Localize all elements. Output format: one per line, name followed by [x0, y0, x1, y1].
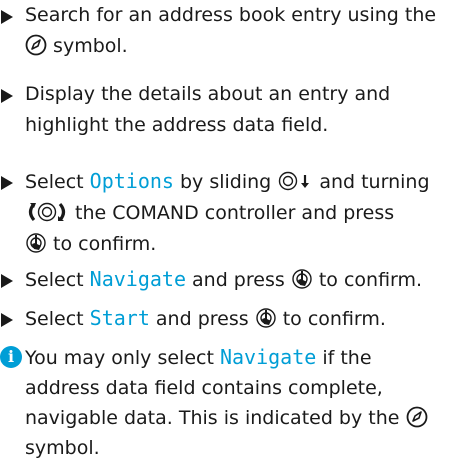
step-text: Search for an address book entry using t…: [25, 4, 437, 26]
step-search-entry: Search for an address book entry using t…: [0, 0, 463, 62]
step-text: to confirm.: [47, 233, 157, 255]
menu-item-navigate: Navigate: [89, 267, 186, 291]
step-text: to confirm.: [312, 269, 423, 291]
note-text: if the: [316, 347, 372, 369]
step-text: Select: [25, 171, 90, 193]
menu-item-navigate: Navigate: [219, 345, 317, 369]
bullet-arrow-icon: [1, 274, 13, 288]
step-text: and turning: [313, 171, 430, 193]
step-select-start: Select Start and press to confirm.: [0, 303, 463, 335]
step-text: Select: [25, 269, 90, 291]
compass-pen-icon: [25, 34, 47, 56]
bullet-arrow-icon: [1, 10, 13, 24]
press-icon: [292, 269, 312, 289]
step-text: the COMAND controller and press: [69, 202, 395, 224]
note-text: symbol.: [25, 437, 100, 459]
bullet-arrow-icon: [1, 313, 13, 327]
step-select-options: Select Options by sliding and turning th…: [0, 166, 463, 260]
menu-item-start: Start: [89, 306, 150, 330]
note-text: address data field contains complete,: [25, 377, 383, 399]
press-icon: [26, 233, 46, 253]
bullet-arrow-icon: [1, 89, 13, 103]
step-text: and press: [149, 308, 255, 330]
step-select-navigate: Select Navigate and press to confirm.: [0, 264, 463, 296]
compass-pen-icon: [406, 406, 427, 428]
step-text: and press: [185, 269, 291, 291]
step-text: Select: [25, 308, 90, 330]
note-text: You may only select: [25, 347, 220, 369]
step-text: Display the details about an entry and: [25, 83, 391, 105]
note-text: navigable data. This is indicated by the: [25, 407, 400, 429]
press-icon: [255, 308, 276, 328]
step-text: highlight the address data field.: [25, 114, 329, 136]
controller-slide-down-icon: [279, 171, 310, 191]
step-text: to confirm.: [276, 308, 386, 330]
step-display-details: Display the details about an entry and h…: [0, 79, 463, 141]
bullet-arrow-icon: [1, 176, 13, 190]
menu-item-options: Options: [89, 169, 174, 193]
info-icon: i: [0, 346, 22, 368]
step-text: by sliding: [173, 171, 278, 193]
info-note: i You may only select Navigate if the ad…: [0, 342, 463, 463]
step-text: symbol.: [53, 35, 128, 57]
controller-turn-icon: [28, 202, 66, 222]
